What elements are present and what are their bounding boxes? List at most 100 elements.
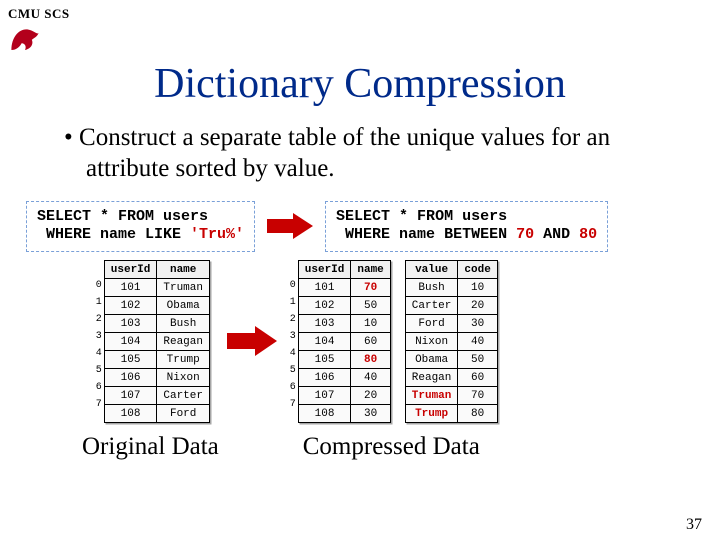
table-cell: 102 bbox=[104, 297, 157, 315]
table-cell: 70 bbox=[458, 387, 497, 405]
table-cell: 101 bbox=[298, 279, 351, 297]
col-header: code bbox=[458, 261, 497, 279]
table-cell: 20 bbox=[458, 297, 497, 315]
row-index: 4 bbox=[285, 345, 298, 362]
table-cell: 104 bbox=[298, 333, 351, 351]
table-cell: 40 bbox=[351, 369, 390, 387]
table-cell: 105 bbox=[298, 351, 351, 369]
table-cell: 108 bbox=[298, 405, 351, 423]
row-index: 6 bbox=[285, 379, 298, 396]
sql-left-line1: SELECT * FROM users bbox=[37, 208, 208, 225]
table-cell: Trump bbox=[405, 405, 458, 423]
row-index: 1 bbox=[91, 294, 104, 311]
table-row: 101Truman bbox=[104, 279, 209, 297]
table-cell: Carter bbox=[157, 387, 210, 405]
table-cell: Ford bbox=[157, 405, 210, 423]
table-cell: 50 bbox=[351, 297, 390, 315]
row-index: 0 bbox=[285, 277, 298, 294]
table-cell: Nixon bbox=[157, 369, 210, 387]
row-index: 2 bbox=[285, 311, 298, 328]
table-cell: Obama bbox=[157, 297, 210, 315]
sql-box-right: SELECT * FROM users WHERE name BETWEEN 7… bbox=[325, 201, 608, 253]
row-index: 7 bbox=[91, 396, 104, 413]
table-cell: Reagan bbox=[157, 333, 210, 351]
arrow-right-icon bbox=[265, 211, 315, 241]
row-index: 6 bbox=[91, 379, 104, 396]
col-header: value bbox=[405, 261, 458, 279]
header-label: CMU SCS bbox=[8, 6, 70, 22]
sql-right-lit1: 70 bbox=[516, 226, 534, 243]
sql-left-line2a: WHERE name LIKE bbox=[37, 226, 190, 243]
table-row: Reagan60 bbox=[405, 369, 497, 387]
right-dict-block: valuecodeBush10Carter20Ford30Nixon40Obam… bbox=[405, 260, 498, 423]
table-cell: 105 bbox=[104, 351, 157, 369]
table-cell: 80 bbox=[458, 405, 497, 423]
table-cell: 108 bbox=[104, 405, 157, 423]
sql-right-line2a: WHERE name BETWEEN bbox=[336, 226, 516, 243]
slide-title: Dictionary Compression bbox=[0, 60, 720, 108]
table-cell: 10 bbox=[351, 315, 390, 333]
table-cell: Bush bbox=[157, 315, 210, 333]
table-cell: Carter bbox=[405, 297, 458, 315]
row-index: 3 bbox=[91, 328, 104, 345]
table-row: 107Carter bbox=[104, 387, 209, 405]
table-cell: 20 bbox=[351, 387, 390, 405]
slide-number: 37 bbox=[686, 516, 702, 534]
table-row: 10460 bbox=[298, 333, 390, 351]
table-cell: 101 bbox=[104, 279, 157, 297]
table-row: 10170 bbox=[298, 279, 390, 297]
row-index: 7 bbox=[285, 396, 298, 413]
table-cell: 103 bbox=[104, 315, 157, 333]
table-row: 10310 bbox=[298, 315, 390, 333]
col-header: userId bbox=[104, 261, 157, 279]
table-row: 102Obama bbox=[104, 297, 209, 315]
table-cell: 60 bbox=[458, 369, 497, 387]
table-cell: 107 bbox=[104, 387, 157, 405]
table-row: Trump80 bbox=[405, 405, 497, 423]
table-row: Ford30 bbox=[405, 315, 497, 333]
table-row: 10830 bbox=[298, 405, 390, 423]
table-cell: Truman bbox=[157, 279, 210, 297]
table-row: 105Trump bbox=[104, 351, 209, 369]
table-cell: Nixon bbox=[405, 333, 458, 351]
row-index: 1 bbox=[285, 294, 298, 311]
table-row: 104Reagan bbox=[104, 333, 209, 351]
left-table-block: 01234567 userIdname101Truman102Obama103B… bbox=[91, 260, 210, 423]
table-row: 10580 bbox=[298, 351, 390, 369]
table-cell: 10 bbox=[458, 279, 497, 297]
caption-right: Compressed Data bbox=[303, 433, 480, 461]
table-cell: 40 bbox=[458, 333, 497, 351]
bullet-text: Construct a separate table of the unique… bbox=[64, 122, 676, 185]
table-row: 10250 bbox=[298, 297, 390, 315]
row-index: 5 bbox=[91, 362, 104, 379]
right-main-block: 01234567 userIdname101701025010310104601… bbox=[285, 260, 391, 423]
table-cell: 30 bbox=[458, 315, 497, 333]
table-cell: Trump bbox=[157, 351, 210, 369]
table-row: 106Nixon bbox=[104, 369, 209, 387]
row-index: 0 bbox=[91, 277, 104, 294]
sql-row: SELECT * FROM users WHERE name LIKE 'Tru… bbox=[0, 201, 720, 253]
row-index: 4 bbox=[91, 345, 104, 362]
table-row: Truman70 bbox=[405, 387, 497, 405]
table-cell: 30 bbox=[351, 405, 390, 423]
table-row: Obama50 bbox=[405, 351, 497, 369]
table-cell: 102 bbox=[298, 297, 351, 315]
table-cell: Reagan bbox=[405, 369, 458, 387]
left-table: userIdname101Truman102Obama103Bush104Rea… bbox=[104, 260, 210, 423]
table-row: 10640 bbox=[298, 369, 390, 387]
table-row: 10720 bbox=[298, 387, 390, 405]
row-index: 2 bbox=[91, 311, 104, 328]
table-cell: 106 bbox=[104, 369, 157, 387]
sql-right-and: AND bbox=[534, 226, 579, 243]
table-row: Bush10 bbox=[405, 279, 497, 297]
right-main-table: userIdname101701025010310104601058010640… bbox=[298, 260, 391, 423]
col-header: name bbox=[351, 261, 390, 279]
table-cell: 106 bbox=[298, 369, 351, 387]
table-cell: Truman bbox=[405, 387, 458, 405]
table-cell: 60 bbox=[351, 333, 390, 351]
table-cell: 107 bbox=[298, 387, 351, 405]
logo-griffin-icon bbox=[8, 24, 42, 54]
table-cell: 104 bbox=[104, 333, 157, 351]
table-cell: 103 bbox=[298, 315, 351, 333]
right-dict-table: valuecodeBush10Carter20Ford30Nixon40Obam… bbox=[405, 260, 498, 423]
